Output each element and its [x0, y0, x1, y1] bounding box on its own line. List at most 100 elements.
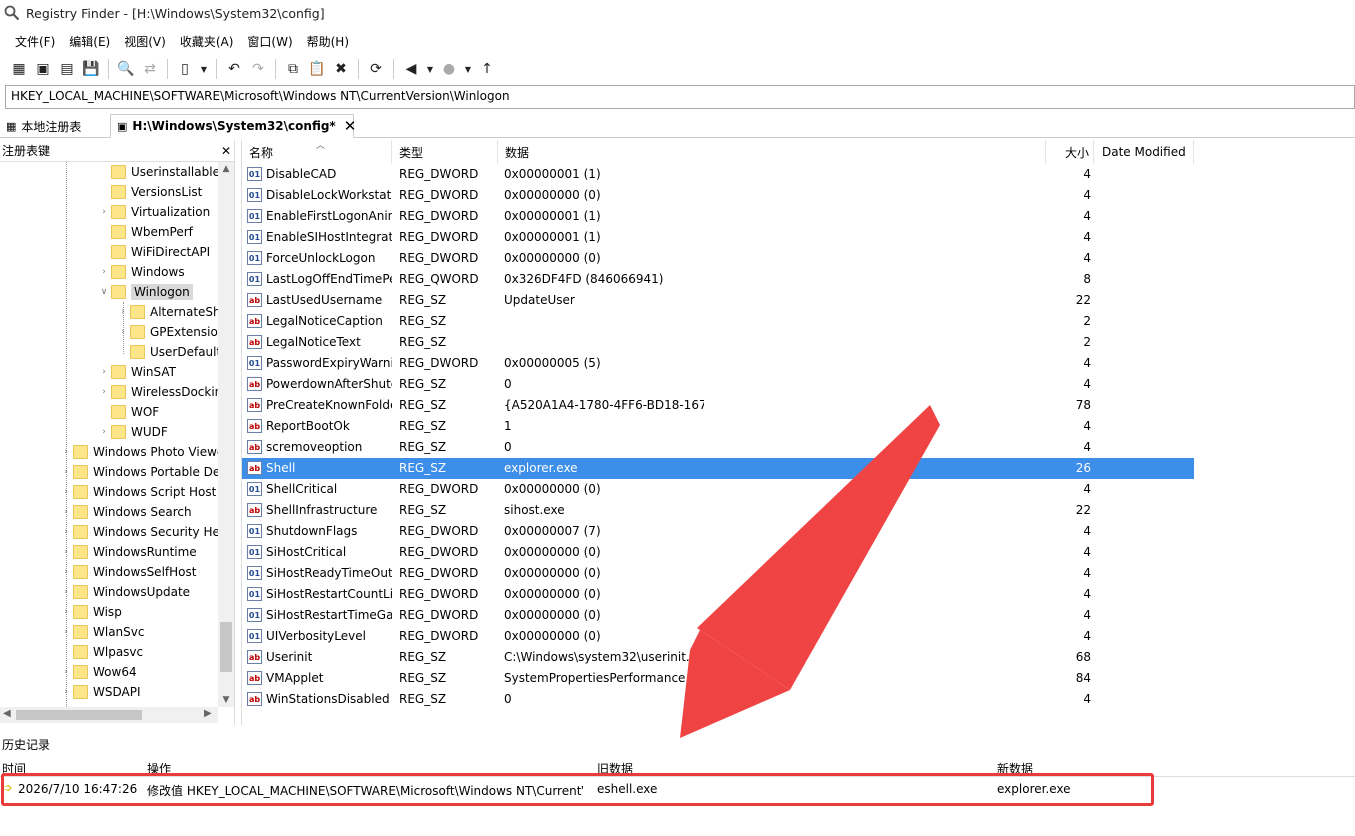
value-row[interactable]: ab LegalNoticeText REG_SZ 2	[242, 332, 1194, 353]
tree-item[interactable]: UserinstallableDrivers	[97, 162, 218, 182]
value-row[interactable]: ab Shell REG_SZ explorer.exe 26	[242, 458, 1194, 479]
value-row[interactable]: ab VMApplet REG_SZ SystemPropertiesPerforma…	[242, 668, 1194, 689]
value-row[interactable]: ab Userinit REG_SZ C:\Windows\system32\user…	[242, 647, 1194, 668]
value-row[interactable]: 01 SiHostReadyTimeOut REG_DWORD 0x00000000 …	[242, 563, 1194, 584]
chevron-right-icon[interactable]: ›	[59, 487, 73, 497]
tree-item[interactable]: › Windows	[97, 262, 185, 282]
value-row[interactable]: 01 LastLogOffEndTimePerfCounter REG_QWORD 0…	[242, 269, 1194, 290]
chevron-right-icon[interactable]: ›	[59, 607, 73, 617]
chevron-right-icon[interactable]: ›	[116, 327, 130, 337]
value-row[interactable]: ab LastUsedUsername REG_SZ UpdateUser 22	[242, 290, 1194, 311]
value-row[interactable]: ab ReportBootOk REG_SZ 1 4	[242, 416, 1194, 437]
value-row[interactable]: 01 ForceUnlockLogon REG_DWORD 0x00000000 (0…	[242, 248, 1194, 269]
scroll-left-icon[interactable]: ◀	[3, 708, 11, 719]
menu-view[interactable]: 视图(V)	[117, 30, 173, 52]
tree-view[interactable]: UserinstallableDrivers VersionsList › Virtu…	[0, 162, 218, 707]
value-row[interactable]: ab WinStationsDisabled REG_SZ 0 4	[242, 689, 1194, 710]
close-icon[interactable]: ✕	[221, 144, 231, 158]
scroll-down-icon[interactable]: ▼	[218, 695, 234, 705]
column-header-size[interactable]: 大小	[1046, 140, 1094, 164]
value-row[interactable]: ab PreCreateKnownFolders REG_SZ {A520A1A4-1…	[242, 395, 1194, 416]
tab-config[interactable]: ▣ H:\Windows\System32\config* ✕	[110, 114, 357, 138]
tree-item[interactable]: › WlanSvc	[59, 622, 144, 642]
redo-icon[interactable]: ↷	[247, 58, 269, 80]
value-row[interactable]: 01 EnableFirstLogonAnimation REG_DWORD 0x00…	[242, 206, 1194, 227]
chevron-down-icon[interactable]: ▼	[198, 58, 210, 80]
new-icon[interactable]: ▯	[174, 58, 196, 80]
column-header-type[interactable]: 类型	[392, 140, 498, 164]
value-row[interactable]: 01 SiHostCritical REG_DWORD 0x00000000 (0) 4	[242, 542, 1194, 563]
menu-file[interactable]: 文件(F)	[8, 30, 62, 52]
tree-item[interactable]: WbemPerf	[97, 222, 193, 242]
value-row[interactable]: ab scremoveoption REG_SZ 0 4	[242, 437, 1194, 458]
delete-icon[interactable]: ✖	[330, 58, 352, 80]
horizontal-scrollbar[interactable]: ◀ ▶	[0, 707, 218, 723]
chevron-right-icon[interactable]: ›	[59, 447, 73, 457]
tree-item[interactable]: › WindowsUpdate	[59, 582, 190, 602]
tree-item[interactable]: UserDefaults	[116, 342, 218, 362]
chevron-right-icon[interactable]: ›	[59, 467, 73, 477]
tree-item[interactable]: › WindowsSelfHost	[59, 562, 196, 582]
value-row[interactable]: 01 PasswordExpiryWarning REG_DWORD 0x000000…	[242, 353, 1194, 374]
value-row[interactable]: 01 UIVerbosityLevel REG_DWORD 0x00000000 (0…	[242, 626, 1194, 647]
refresh-icon[interactable]: ⟳	[365, 58, 387, 80]
chevron-right-icon[interactable]: ›	[116, 307, 130, 317]
value-row[interactable]: ab PowerdownAfterShutdown REG_SZ 0 4	[242, 374, 1194, 395]
menu-help[interactable]: 帮助(H)	[300, 30, 356, 52]
close-icon[interactable]: ✕	[344, 117, 357, 135]
column-header-date-modified[interactable]: Date Modified	[1094, 140, 1194, 164]
scroll-right-icon[interactable]: ▶	[204, 708, 212, 719]
chevron-right-icon[interactable]: ›	[59, 567, 73, 577]
value-row[interactable]: 01 ShellCritical REG_DWORD 0x00000000 (0) 4	[242, 479, 1194, 500]
menu-edit[interactable]: 编辑(E)	[62, 30, 117, 52]
tree-item[interactable]: WiFiDirectAPI	[97, 242, 210, 262]
chevron-right-icon[interactable]: ›	[59, 667, 73, 677]
tree-item[interactable]: › WUDF	[97, 422, 168, 442]
tree-item[interactable]: › AlternateShells	[116, 302, 218, 322]
value-row[interactable]: 01 SiHostRestartCountLimit REG_DWORD 0x0000…	[242, 584, 1194, 605]
vertical-scrollbar[interactable]: ▲ ▼	[218, 162, 234, 707]
chevron-right-icon[interactable]: ›	[59, 507, 73, 517]
copy-icon[interactable]: ⧉	[282, 58, 304, 80]
chevron-right-icon[interactable]: ›	[59, 587, 73, 597]
tree-item[interactable]: › WindowsRuntime	[59, 542, 197, 562]
find-icon[interactable]: 🔍	[115, 58, 137, 80]
value-row[interactable]: 01 DisableCAD REG_DWORD 0x00000001 (1) 4	[242, 164, 1194, 185]
tree-item[interactable]: › Wow64	[59, 662, 137, 682]
scroll-up-icon[interactable]: ▲	[218, 164, 234, 174]
tree-item[interactable]: VersionsList	[97, 182, 202, 202]
undo-icon[interactable]: ↶	[223, 58, 245, 80]
tree-item[interactable]: › WirelessDocking	[97, 382, 218, 402]
tree-item[interactable]: › Windows Portable Devices	[59, 462, 218, 482]
column-header-name[interactable]: 名称 ︿	[242, 140, 392, 164]
tree-item[interactable]: Wlpasvc	[59, 642, 143, 662]
tree-item[interactable]: › GPExtensions	[116, 322, 218, 342]
registry-file-icon[interactable]: ▤	[56, 58, 78, 80]
value-row[interactable]: 01 EnableSIHostIntegration REG_DWORD 0x0000…	[242, 227, 1194, 248]
value-row[interactable]: 01 ShutdownFlags REG_DWORD 0x00000007 (7) 4	[242, 521, 1194, 542]
chevron-right-icon[interactable]: ›	[97, 387, 111, 397]
tree-item[interactable]: ∨ Winlogon	[97, 282, 193, 302]
save-icon[interactable]: 💾	[80, 58, 102, 80]
chevron-right-icon[interactable]: ›	[97, 367, 111, 377]
scroll-thumb[interactable]	[16, 710, 142, 720]
tree-item[interactable]: WOF	[97, 402, 159, 422]
tree-item[interactable]: › Windows Security Health	[59, 522, 218, 542]
menu-window[interactable]: 窗口(W)	[240, 30, 299, 52]
chevron-right-icon[interactable]: ›	[97, 267, 111, 277]
menu-favorites[interactable]: 收藏夹(A)	[173, 30, 241, 52]
paste-icon[interactable]: 📋	[306, 58, 328, 80]
tree-item[interactable]: › Windows Photo Viewer	[59, 442, 218, 462]
tree-item[interactable]: › Windows Script Host	[59, 482, 216, 502]
chevron-right-icon[interactable]: ›	[59, 627, 73, 637]
tree-item[interactable]: › Windows Search	[59, 502, 192, 522]
tree-item[interactable]: › WinSAT	[97, 362, 176, 382]
chevron-down-icon[interactable]: ▼	[462, 58, 474, 80]
local-registry-icon[interactable]: ▦	[8, 58, 30, 80]
replace-icon[interactable]: ⇄	[139, 58, 161, 80]
scroll-thumb[interactable]	[220, 622, 232, 672]
chevron-down-icon[interactable]: ▼	[424, 58, 436, 80]
chevron-right-icon[interactable]: ›	[97, 427, 111, 437]
tree-item[interactable]: › WSDAPI	[59, 682, 141, 702]
chevron-right-icon[interactable]: ›	[59, 527, 73, 537]
